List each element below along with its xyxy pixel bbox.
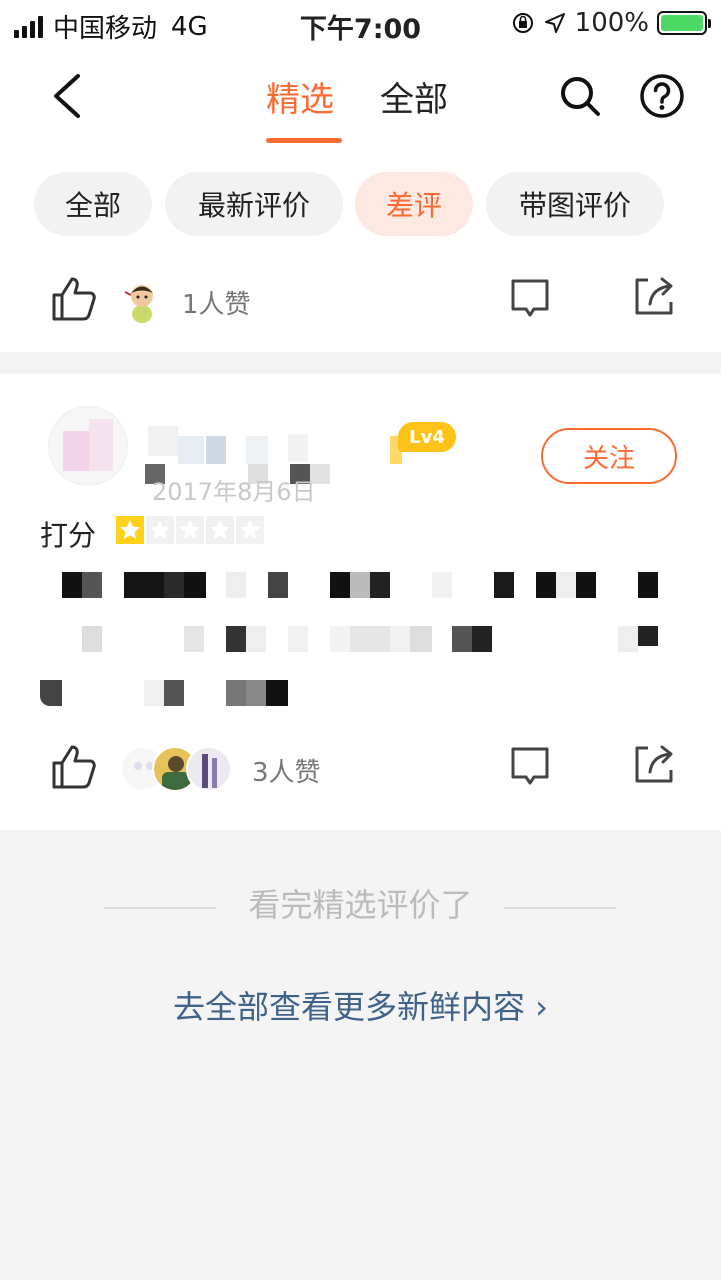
filter-latest[interactable]: 最新评价 bbox=[165, 172, 343, 236]
like-count: 1人赞 bbox=[182, 290, 251, 320]
orientation-lock-icon bbox=[512, 13, 533, 33]
follow-button[interactable]: 关注 bbox=[541, 428, 677, 484]
post-action-row: 1人赞 bbox=[0, 252, 721, 352]
user-avatar[interactable] bbox=[48, 406, 128, 486]
filter-bar: 全部 最新评价 差评 带图评价 bbox=[0, 152, 721, 252]
star-rating bbox=[116, 516, 264, 544]
comment-icon[interactable] bbox=[508, 276, 552, 320]
end-of-featured-text: 看完精选评价了 bbox=[248, 886, 473, 924]
tab-featured[interactable]: 精选 bbox=[266, 72, 334, 121]
star-icon bbox=[146, 516, 174, 544]
like-thumb-icon[interactable] bbox=[48, 274, 98, 324]
filter-negative[interactable]: 差评 bbox=[355, 172, 473, 236]
view-all-link[interactable]: 去全部查看更多新鲜内容 › bbox=[0, 982, 721, 1028]
back-chevron-icon[interactable] bbox=[44, 70, 92, 122]
battery-percent: 100% bbox=[574, 8, 649, 38]
comment-icon[interactable] bbox=[508, 744, 552, 788]
star-icon bbox=[176, 516, 204, 544]
liker-avatar[interactable] bbox=[186, 746, 232, 792]
help-icon[interactable] bbox=[638, 72, 686, 120]
active-tab-indicator bbox=[266, 138, 342, 143]
liker-avatar[interactable] bbox=[120, 278, 164, 324]
search-icon[interactable] bbox=[556, 72, 604, 120]
share-icon[interactable] bbox=[632, 742, 676, 786]
rating-label: 打分 bbox=[40, 519, 97, 552]
top-nav: 精选 全部 bbox=[0, 48, 721, 152]
level-badge: Lv4 bbox=[398, 422, 456, 452]
star-icon bbox=[206, 516, 234, 544]
like-thumb-icon[interactable] bbox=[48, 742, 98, 792]
filter-with-photos[interactable]: 带图评价 bbox=[486, 172, 664, 236]
location-icon bbox=[544, 13, 565, 33]
filter-all[interactable]: 全部 bbox=[34, 172, 152, 236]
star-icon bbox=[236, 516, 264, 544]
battery-icon bbox=[657, 11, 711, 35]
review-action-row: 3人赞 bbox=[0, 720, 721, 820]
section-separator bbox=[0, 362, 721, 374]
tab-all[interactable]: 全部 bbox=[380, 72, 448, 121]
star-icon bbox=[116, 516, 144, 544]
like-count: 3人赞 bbox=[252, 758, 321, 788]
review-date: 2017年8月6日 bbox=[152, 478, 316, 506]
status-bar: 中国移动 4G 下午7:00 100% bbox=[0, 0, 721, 48]
share-icon[interactable] bbox=[632, 274, 676, 318]
